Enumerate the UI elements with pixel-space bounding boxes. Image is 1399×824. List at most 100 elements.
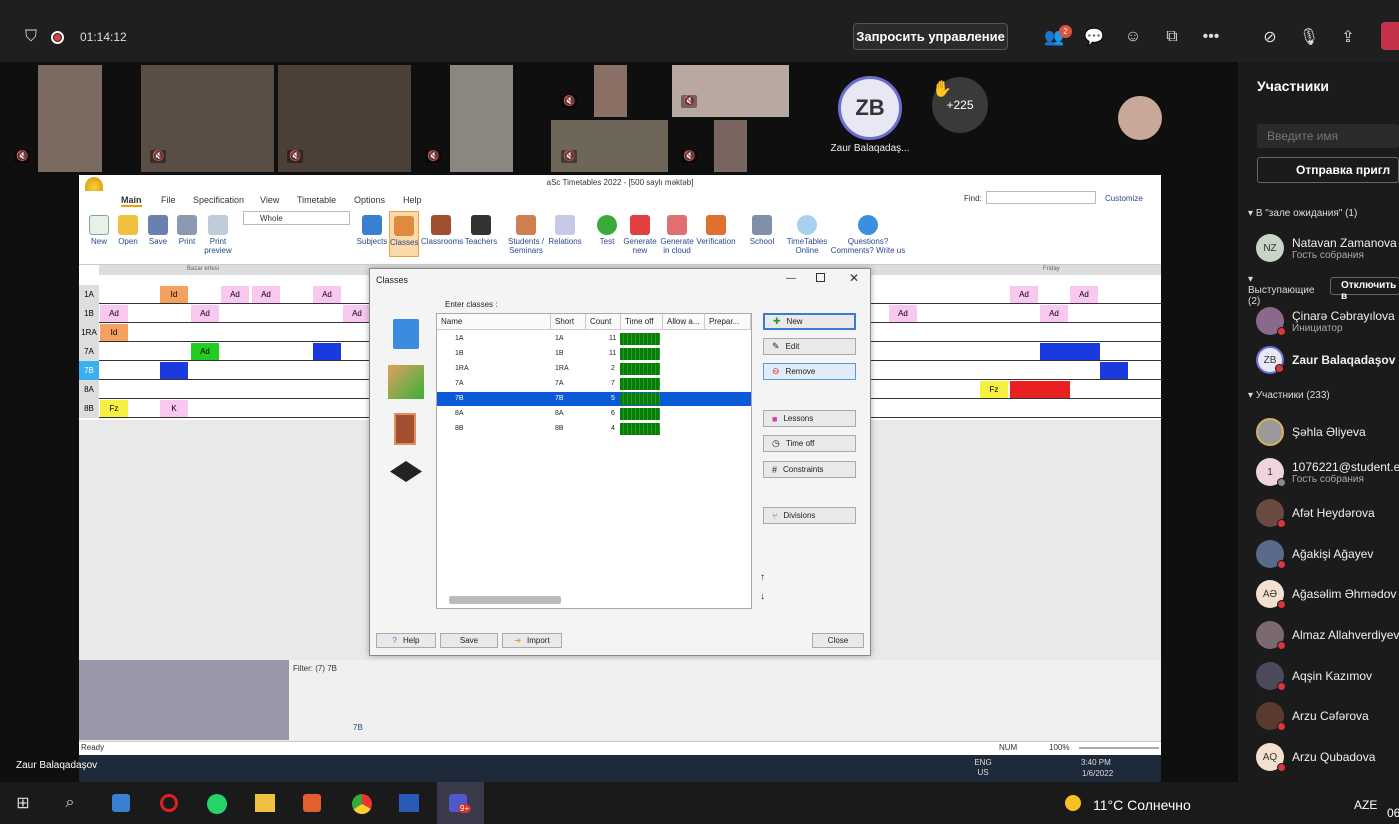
chat-icon[interactable]: 💬 [1084, 27, 1104, 47]
save-dialog-button[interactable]: Save [440, 633, 498, 648]
tab-view[interactable]: View [260, 195, 279, 205]
more-icon[interactable]: ••• [1201, 27, 1221, 47]
search-icon[interactable]: ⌕ [61, 794, 79, 812]
maximize-icon[interactable] [816, 273, 825, 282]
classrooms-button[interactable]: Classrooms [421, 215, 463, 246]
request-control-button[interactable]: Запросить управление [853, 23, 1008, 50]
windows-start-icon[interactable]: ⊞ [14, 794, 32, 812]
weather-text[interactable]: 11°C Солнечно [1093, 797, 1191, 813]
tab-timetable[interactable]: Timetable [297, 195, 336, 205]
school-button[interactable]: School [746, 215, 778, 246]
generate-cloud-button[interactable]: Generate in cloud [658, 215, 696, 255]
list-item[interactable]: Ağakişi Ağayev [1238, 534, 1399, 574]
attendees-header[interactable]: ▾ Участники (233) [1248, 390, 1330, 401]
table-row[interactable]: 7A 7A 7 [437, 377, 751, 391]
folder-icon[interactable] [255, 794, 275, 812]
column-header[interactable]: Time off [621, 314, 663, 330]
reactions-icon[interactable]: ☺ [1123, 27, 1143, 47]
timetables-online-button[interactable]: TimeTables Online [785, 215, 829, 255]
list-item[interactable]: Çinarə Cəbrayılova Инициатор [1238, 301, 1399, 341]
column-header[interactable]: Short [551, 314, 586, 330]
rooms-icon[interactable]: ⧉ [1162, 27, 1182, 47]
opera-icon[interactable] [160, 794, 178, 812]
filter-item[interactable]: 7B [353, 723, 363, 732]
new-class-button[interactable]: ✚ New [763, 313, 856, 330]
open-button[interactable]: Open [116, 215, 140, 246]
tab-main[interactable]: Main [121, 195, 142, 207]
table-row[interactable]: 8B 8B 4 [437, 422, 751, 436]
test-button[interactable]: Test [595, 215, 619, 246]
leave-button[interactable] [1381, 22, 1399, 50]
tab-help[interactable]: Help [403, 195, 422, 205]
verification-button[interactable]: Verification [694, 215, 738, 246]
table-row[interactable]: 8A 8A 6 [437, 407, 751, 421]
mic-off-icon[interactable]: 🎙 [1299, 27, 1319, 47]
table-row-selected[interactable]: 7B 7B 5 [437, 392, 751, 406]
list-item[interactable]: AƏ Ağasəlim Əhmədov [1238, 574, 1399, 614]
chrome-icon[interactable] [352, 794, 372, 814]
horizontal-scrollbar[interactable] [449, 596, 561, 604]
list-item[interactable]: NZ Natavan Zamanova (r Гость собрания [1238, 228, 1399, 268]
questions-button[interactable]: Questions? Comments? Write us [829, 215, 907, 255]
table-row[interactable]: 1A 1A 11 [437, 332, 751, 346]
avatar [1256, 307, 1286, 336]
word-icon[interactable] [399, 794, 419, 812]
zoom-slider[interactable] [1079, 747, 1159, 749]
column-header[interactable]: Prepar... [705, 314, 751, 330]
column-header[interactable]: Allow a... [663, 314, 705, 330]
time-off-button[interactable]: ◷ Time off [763, 435, 856, 452]
remove-class-button[interactable]: ⊖ Remove [763, 363, 856, 380]
move-down-icon[interactable]: ↓ [760, 591, 765, 602]
camera-off-icon[interactable]: ⊘ [1260, 27, 1280, 47]
lang-indicator[interactable]: AZE [1354, 798, 1377, 812]
students-button[interactable]: Students / Seminars [506, 215, 546, 255]
column-header[interactable]: Count [586, 314, 621, 330]
media-icon[interactable] [303, 794, 321, 812]
app-icon[interactable] [112, 794, 130, 812]
divisions-button[interactable]: ⑂ Divisions [763, 507, 856, 524]
move-up-icon[interactable]: ↑ [760, 572, 765, 583]
mute-all-button[interactable]: Отключить в [1330, 277, 1399, 302]
table-row[interactable]: 1RA 1RA 2 [437, 362, 751, 376]
list-item[interactable]: AQ Arzu Qubadova [1238, 737, 1399, 777]
share-icon[interactable]: ⇪ [1338, 27, 1358, 47]
school-icon [752, 215, 772, 235]
list-item[interactable]: Şəhla Əliyeva [1238, 412, 1399, 452]
lessons-button[interactable]: ■ Lessons [763, 410, 856, 427]
close-dialog-button[interactable]: Close [812, 633, 864, 648]
close-icon[interactable]: ✕ [849, 271, 859, 285]
invite-button[interactable]: Отправка пригл [1257, 157, 1399, 183]
new-button[interactable]: New [88, 215, 110, 246]
customize-menu[interactable]: Customize [1105, 194, 1143, 203]
table-row[interactable]: 1B 1B 11 [437, 347, 751, 361]
constraints-button[interactable]: # Constraints [763, 461, 856, 478]
view-select[interactable]: Whole [243, 211, 350, 225]
print-button[interactable]: Print [175, 215, 199, 246]
column-header[interactable]: Name [437, 314, 551, 330]
tab-options[interactable]: Options [354, 195, 385, 205]
list-item[interactable]: Afət Heydərova [1238, 493, 1399, 533]
help-button[interactable]: ? Help [376, 633, 436, 648]
tab-file[interactable]: File [161, 195, 176, 205]
tab-specification[interactable]: Specification [193, 195, 244, 205]
generate-new-button[interactable]: Generate new [621, 215, 659, 255]
save-button[interactable]: Save [146, 215, 170, 246]
minimize-icon[interactable]: — [786, 273, 796, 284]
waiting-header[interactable]: ▾ В "зале ожидания" (1) [1248, 208, 1357, 219]
find-input[interactable] [986, 191, 1096, 204]
list-item[interactable]: Arzu Cəfərova [1238, 696, 1399, 736]
list-item[interactable]: ZB Zaur Balaqadaşov [1238, 340, 1399, 380]
whatsapp-icon[interactable] [207, 794, 227, 814]
list-item[interactable]: Aqşin Kazımov [1238, 656, 1399, 696]
search-input[interactable] [1257, 124, 1399, 148]
print-preview-button[interactable]: Print preview [203, 215, 233, 255]
teachers-button[interactable]: Teachers [464, 215, 498, 246]
clock[interactable]: 06 [1387, 806, 1399, 820]
subjects-button[interactable]: Subjects [356, 215, 388, 246]
relations-button[interactable]: Relations [547, 215, 583, 246]
list-item[interactable]: 11076221@student.eduГость собрания [1238, 452, 1399, 492]
list-item[interactable]: Almaz Allahverdiyeva [1238, 615, 1399, 655]
classes-button[interactable]: Classes [389, 211, 419, 257]
edit-class-button[interactable]: ✎ Edit [763, 338, 856, 355]
import-button[interactable]: ➜ Import [502, 633, 562, 648]
